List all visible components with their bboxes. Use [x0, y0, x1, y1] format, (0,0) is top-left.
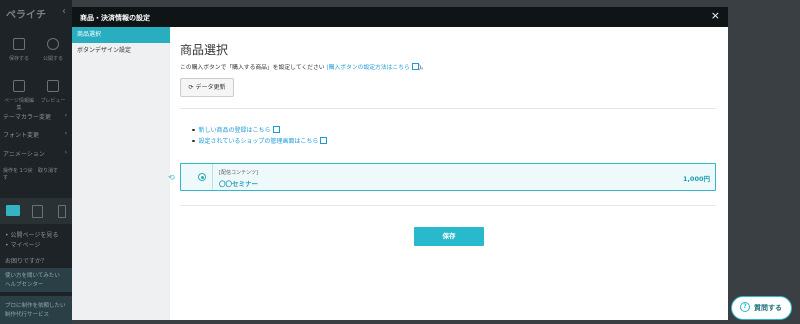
page-info-tool[interactable]: ページ情報編集: [4, 80, 34, 111]
close-icon[interactable]: ×: [711, 10, 720, 22]
external-link-icon: [320, 137, 328, 144]
product-price: 1,000円: [682, 175, 710, 183]
page-title: 商品選択: [180, 43, 229, 57]
preview-icon: [47, 80, 59, 92]
list-item: 設定されているショップの管理画面はこちら: [192, 136, 328, 145]
chevron-right-icon: ›: [64, 112, 67, 119]
save-button[interactable]: 保存: [414, 227, 484, 246]
menu-animation[interactable]: アニメーション ›: [3, 149, 69, 163]
setup-guide-link[interactable]: (購入ボタンの設定方法はこちら: [326, 63, 419, 71]
production-service-box[interactable]: プロに制作を依頼したい 制作代行サービス: [0, 296, 72, 324]
mypage-link[interactable]: • マイページ: [5, 240, 40, 249]
editor-sidebar: ペライチ ‹ 保存する 公開する ページ情報編集 プレビュー テーマカラー変更 ›…: [0, 0, 72, 324]
product-option[interactable]: ⟲ [配信コンテンツ] 〇〇セミナー 1,000円: [168, 163, 716, 191]
chevron-right-icon: ›: [64, 149, 67, 156]
publish-tool[interactable]: 公開する: [38, 38, 68, 62]
menu-theme-color[interactable]: テーマカラー変更 ›: [3, 112, 69, 126]
menu-font[interactable]: フォント変更 ›: [3, 130, 69, 144]
description: この購入ボタンで「購入する商品」を設定してください (購入ボタンの設定方法はこち…: [180, 63, 427, 71]
help-question: お困りですか？: [5, 258, 48, 265]
device-switcher: [0, 198, 72, 224]
modal-nav: 商品選択 ボタンデザイン設定: [72, 27, 170, 320]
refresh-icon[interactable]: ⟲: [168, 173, 175, 182]
smartphone-icon[interactable]: [58, 205, 66, 218]
desktop-icon[interactable]: [6, 205, 20, 216]
shop-admin-link[interactable]: 設定されているショップの管理画面はこちら: [199, 137, 328, 145]
tab-button-design[interactable]: ボタンデザイン設定: [72, 43, 170, 59]
refresh-data-button[interactable]: ⟳ データ更新: [180, 78, 234, 97]
product-settings-modal: 商品・決済情報の設定 × 商品選択 ボタンデザイン設定 商品選択 この購入ボタン…: [72, 7, 728, 320]
view-public-page-link[interactable]: • 公開ページを見る: [5, 230, 58, 239]
globe-icon: [47, 38, 59, 50]
product-name: 〇〇セミナー: [219, 180, 258, 188]
tablet-icon[interactable]: [32, 205, 43, 218]
modal-title: 商品・決済情報の設定: [80, 14, 150, 22]
register-product-link[interactable]: 新しい商品の登録はこちら: [199, 126, 280, 134]
save-icon: [13, 38, 25, 50]
divider: [180, 205, 716, 206]
redo-button[interactable]: 取り消す: [38, 168, 58, 182]
ask-question-button[interactable]: ? 質問する: [731, 296, 792, 320]
divider: [180, 108, 716, 109]
list-item: 新しい商品の登録はこちら: [192, 125, 280, 134]
product-radio[interactable]: [198, 173, 206, 181]
save-tool[interactable]: 保存する: [4, 38, 34, 62]
tab-product-selection[interactable]: 商品選択: [72, 27, 170, 43]
help-center-box[interactable]: 使い方を聞いてみたい ヘルプセンター: [0, 268, 72, 292]
logo: ペライチ: [6, 10, 46, 21]
external-link-icon: [411, 63, 419, 70]
modal-header: 商品・決済情報の設定 ×: [72, 7, 728, 27]
product-category: [配信コンテンツ]: [219, 170, 258, 176]
preview-tool[interactable]: プレビュー: [38, 80, 68, 104]
modal-content: 商品選択 この購入ボタンで「購入する商品」を設定してください (購入ボタンの設定…: [168, 27, 728, 320]
refresh-icon: ⟳: [188, 84, 194, 91]
page-icon: [13, 80, 25, 92]
chevron-left-icon[interactable]: ‹: [62, 6, 66, 17]
undo-button[interactable]: 操作を 1つ戻す: [3, 168, 33, 182]
external-link-icon: [272, 126, 280, 133]
question-icon: ?: [740, 302, 750, 312]
chevron-right-icon: ›: [64, 130, 67, 137]
